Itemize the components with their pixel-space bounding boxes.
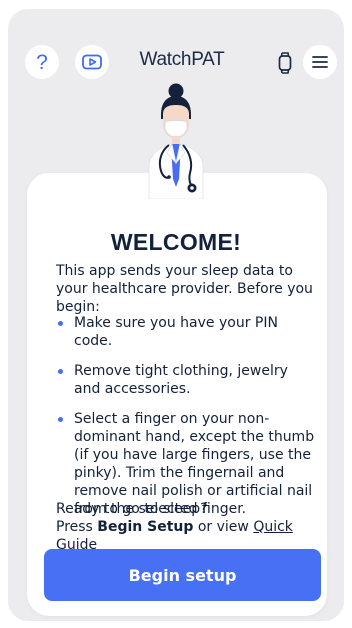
play-video-icon bbox=[82, 54, 102, 70]
watchpat-logo: WatchPAT bbox=[136, 49, 228, 71]
device-button[interactable] bbox=[275, 50, 295, 76]
app-screen: ? WatchPAT WELCOME! This app sends your … bbox=[8, 9, 344, 621]
ready-question: Ready to go to sleep? bbox=[56, 501, 208, 517]
video-guide-button[interactable] bbox=[75, 45, 109, 79]
intro-text: This app sends your sleep data to your h… bbox=[56, 263, 313, 315]
bullet-icon bbox=[58, 369, 63, 374]
list-item-text: Remove tight clothing, jewelry and acces… bbox=[74, 363, 288, 397]
ready-press-text: Press bbox=[56, 519, 98, 535]
begin-setup-emphasis: Begin Setup bbox=[97, 519, 194, 535]
logo-pat-text: PAT bbox=[191, 49, 225, 70]
instruction-list: Make sure you have your PIN code. Remove… bbox=[56, 314, 318, 530]
smartwatch-icon bbox=[278, 52, 292, 74]
begin-setup-button[interactable]: Begin setup bbox=[44, 549, 321, 601]
bullet-icon bbox=[58, 321, 63, 326]
ready-or-text: or view bbox=[193, 519, 254, 535]
logo-watch-text: Watch bbox=[139, 49, 192, 70]
welcome-title: WELCOME! bbox=[110, 229, 242, 255]
hamburger-menu-icon bbox=[312, 56, 328, 68]
doctor-illustration bbox=[148, 83, 204, 199]
ready-text: Ready to go to sleep? Press Begin Setup … bbox=[56, 500, 326, 554]
list-item: Make sure you have your PIN code. bbox=[56, 314, 318, 350]
list-item: Remove tight clothing, jewelry and acces… bbox=[56, 362, 318, 398]
question-mark-icon: ? bbox=[36, 50, 48, 74]
menu-button[interactable] bbox=[303, 45, 337, 79]
help-button[interactable]: ? bbox=[25, 45, 59, 79]
list-item-text: Make sure you have your PIN code. bbox=[74, 315, 278, 349]
bullet-icon bbox=[58, 417, 63, 422]
